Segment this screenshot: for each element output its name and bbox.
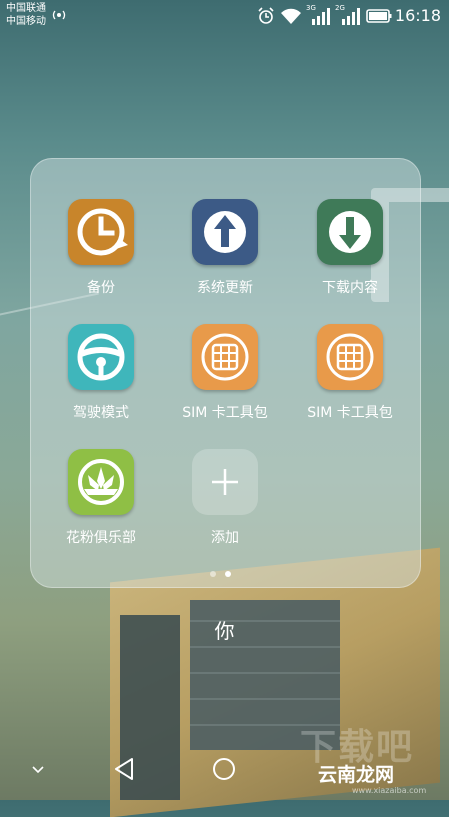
page-dot: [210, 571, 216, 577]
app-label: 添加: [211, 530, 239, 546]
page-dot-active: [225, 571, 231, 577]
alarm-icon: [258, 7, 274, 24]
app-label: 系统更新: [197, 280, 253, 296]
steering-wheel-icon: [68, 324, 134, 390]
app-label: SIM 卡工具包: [307, 405, 393, 421]
download-arrow-icon: [317, 199, 383, 265]
app-system-update[interactable]: 系统更新: [162, 199, 288, 297]
backup-clock-icon: [68, 199, 134, 265]
sim-card-icon: [317, 324, 383, 390]
add-app-button[interactable]: 添加: [162, 449, 288, 547]
app-label: SIM 卡工具包: [182, 405, 268, 421]
sim-card-icon: [192, 324, 258, 390]
folder-title[interactable]: 你: [0, 615, 449, 644]
signal-2-icon: [342, 8, 360, 25]
carrier-1: 中国联通: [6, 3, 46, 14]
app-driving-mode[interactable]: 驾驶模式: [38, 324, 164, 422]
clock: 16:18: [394, 6, 441, 25]
app-backup[interactable]: 备份: [38, 199, 164, 297]
carrier-2: 中国移动: [6, 16, 46, 27]
home-button[interactable]: [211, 756, 237, 782]
app-label: 备份: [87, 280, 115, 296]
app-downloads[interactable]: 下载内容: [287, 199, 413, 297]
app-label: 花粉俱乐部: [66, 530, 136, 546]
page-indicator: [210, 562, 240, 581]
signal-1-icon: [312, 8, 330, 25]
app-label: 下载内容: [322, 280, 378, 296]
plus-icon: [192, 449, 258, 515]
back-button[interactable]: [112, 756, 136, 782]
app-sim-toolkit-2[interactable]: SIM 卡工具包: [287, 324, 413, 422]
status-bar: 中国联通 中国移动 3G 2G 16:18: [0, 0, 449, 32]
upload-arrow-icon: [192, 199, 258, 265]
lotus-icon: [68, 449, 134, 515]
hotspot-icon: [52, 10, 66, 20]
navigation-bar: [0, 740, 449, 800]
wifi-icon: [281, 8, 301, 24]
app-fans-club[interactable]: 花粉俱乐部: [38, 449, 164, 547]
chevron-down-icon[interactable]: [30, 764, 46, 776]
battery-icon: [366, 9, 392, 23]
app-sim-toolkit-1[interactable]: SIM 卡工具包: [162, 324, 288, 422]
app-folder: 备份 系统更新 下载内容 驾驶模式 SIM 卡工具包 SIM 卡工具包 花粉俱乐…: [30, 158, 421, 588]
app-label: 驾驶模式: [73, 405, 129, 421]
